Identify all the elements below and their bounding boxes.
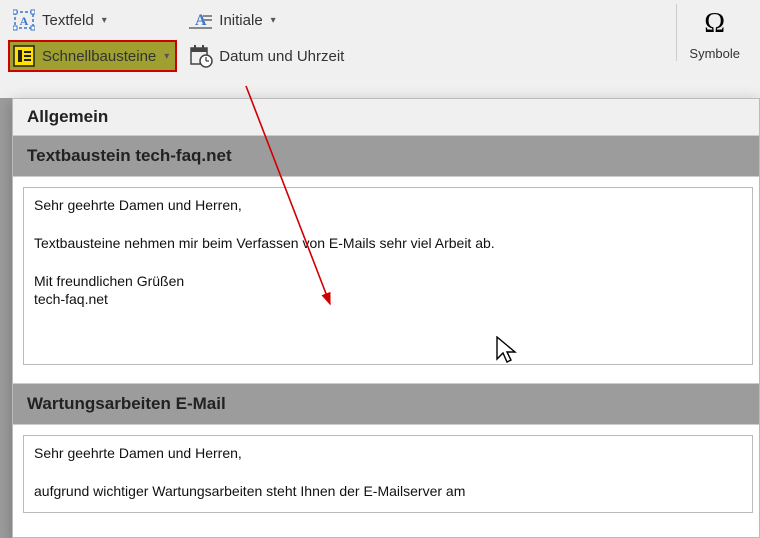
- gallery-item-preview[interactable]: Sehr geehrte Damen und Herren, aufgrund …: [23, 435, 753, 513]
- gallery-item-preview[interactable]: Sehr geehrte Damen und Herren, Textbaust…: [23, 187, 753, 365]
- initials-icon: A: [189, 8, 213, 32]
- ribbon: A Textfeld ▾ Schnellbausteine ▾: [0, 0, 760, 80]
- omega-icon: Ω: [689, 8, 740, 40]
- symbols-group[interactable]: Ω Symbole: [676, 4, 752, 61]
- datetime-icon: [189, 44, 213, 68]
- quickparts-label: Schnellbausteine: [42, 48, 156, 65]
- quickparts-gallery: Allgemein Textbaustein tech-faq.net Sehr…: [12, 98, 760, 538]
- quickparts-button[interactable]: Schnellbausteine ▾: [8, 40, 177, 72]
- left-edge-strip: [0, 98, 12, 538]
- gallery-category: Allgemein: [13, 99, 759, 135]
- quickparts-icon: [12, 44, 36, 68]
- cursor-icon: [496, 336, 520, 366]
- chevron-down-icon: ▾: [164, 51, 169, 62]
- datetime-button[interactable]: Datum und Uhrzeit: [185, 40, 352, 72]
- gallery-item-title[interactable]: Textbaustein tech-faq.net: [13, 135, 759, 177]
- textbox-label: Textfeld: [42, 12, 94, 29]
- gallery-item-title[interactable]: Wartungsarbeiten E-Mail: [13, 383, 759, 425]
- textbox-icon: A: [12, 8, 36, 32]
- chevron-down-icon: ▾: [102, 15, 107, 26]
- symbols-label: Symbole: [689, 46, 740, 61]
- textbox-button[interactable]: A Textfeld ▾: [8, 4, 177, 36]
- svg-text:A: A: [20, 14, 29, 28]
- chevron-down-icon: ▾: [271, 15, 276, 26]
- datetime-label: Datum und Uhrzeit: [219, 48, 344, 65]
- initials-button[interactable]: A Initiale ▾: [185, 4, 352, 36]
- initials-label: Initiale: [219, 12, 262, 29]
